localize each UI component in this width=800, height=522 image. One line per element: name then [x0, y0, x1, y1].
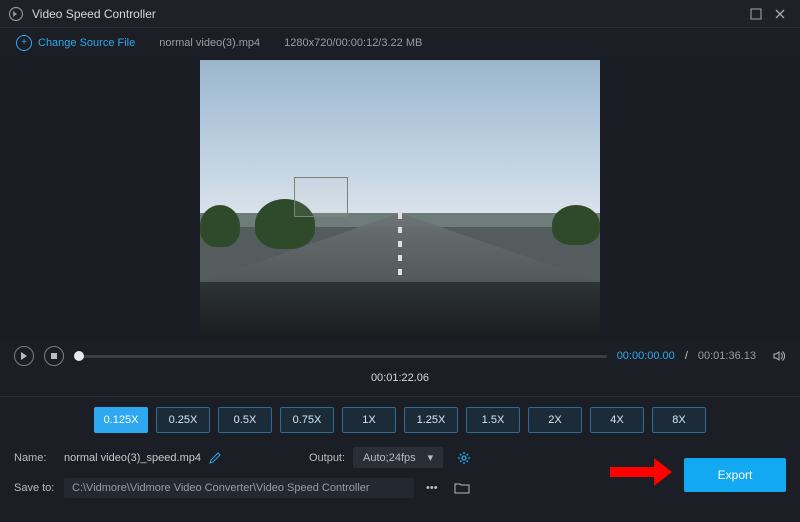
- export-label: Export: [718, 468, 753, 482]
- speed-1-25x[interactable]: 1.25X: [404, 407, 458, 433]
- annotation-arrow: [610, 458, 672, 486]
- close-button[interactable]: [768, 2, 792, 26]
- open-folder-button[interactable]: [450, 479, 474, 497]
- change-source-button[interactable]: + Change Source File: [16, 35, 135, 51]
- change-source-label: Change Source File: [38, 37, 135, 49]
- window-title: Video Speed Controller: [32, 7, 744, 21]
- playback-controls: 00:00:00.00 / 00:01:36.13: [0, 340, 800, 372]
- plus-circle-icon: +: [16, 35, 32, 51]
- speed-8x[interactable]: 8X: [652, 407, 706, 433]
- output-settings-button[interactable]: [457, 451, 471, 465]
- time-sep: /: [685, 350, 688, 362]
- output-format-value: Auto;24fps: [363, 452, 416, 464]
- edit-name-button[interactable]: [209, 452, 221, 464]
- speed-0-75x[interactable]: 0.75X: [280, 407, 334, 433]
- speed-0-125x[interactable]: 0.125X: [94, 407, 148, 433]
- title-bar: Video Speed Controller: [0, 0, 800, 28]
- speed-1x[interactable]: 1X: [342, 407, 396, 433]
- progress-slider[interactable]: [74, 355, 607, 358]
- speed-row: 0.125X 0.25X 0.5X 0.75X 1X 1.25X 1.5X 2X 4X 8X: [0, 407, 800, 433]
- elapsed-time: 00:01:22.06: [0, 372, 800, 394]
- preview-stage: [0, 58, 800, 340]
- name-label: Name:: [14, 452, 56, 464]
- export-button[interactable]: Export: [684, 458, 786, 492]
- output-label: Output:: [309, 452, 345, 464]
- speed-1-5x[interactable]: 1.5X: [466, 407, 520, 433]
- source-meta: 1280x720/00:00:12/3.22 MB: [284, 37, 422, 49]
- output-format-select[interactable]: Auto;24fps ▾: [353, 447, 443, 468]
- play-button[interactable]: [14, 346, 34, 366]
- speed-4x[interactable]: 4X: [590, 407, 644, 433]
- speed-0-5x[interactable]: 0.5X: [218, 407, 272, 433]
- source-filename: normal video(3).mp4: [159, 37, 260, 49]
- footer: Name: normal video(3)_speed.mp4 Output: …: [0, 437, 800, 522]
- time-total: 00:01:36.13: [698, 350, 756, 362]
- app-logo-icon: [8, 6, 24, 22]
- output-name: normal video(3)_speed.mp4: [64, 452, 201, 464]
- source-bar: + Change Source File normal video(3).mp4…: [0, 28, 800, 58]
- stop-button[interactable]: [44, 346, 64, 366]
- progress-knob[interactable]: [74, 351, 84, 361]
- speed-0-25x[interactable]: 0.25X: [156, 407, 210, 433]
- time-current: 00:00:00.00: [617, 350, 675, 362]
- volume-button[interactable]: [772, 349, 786, 363]
- chevron-down-icon: ▾: [428, 451, 434, 464]
- video-preview[interactable]: [200, 60, 600, 338]
- divider: [0, 396, 800, 397]
- speed-2x[interactable]: 2X: [528, 407, 582, 433]
- more-button[interactable]: •••: [422, 480, 442, 496]
- saveto-label: Save to:: [14, 482, 56, 494]
- saveto-path[interactable]: C:\Vidmore\Vidmore Video Converter\Video…: [64, 478, 414, 498]
- minimize-button[interactable]: [744, 2, 768, 26]
